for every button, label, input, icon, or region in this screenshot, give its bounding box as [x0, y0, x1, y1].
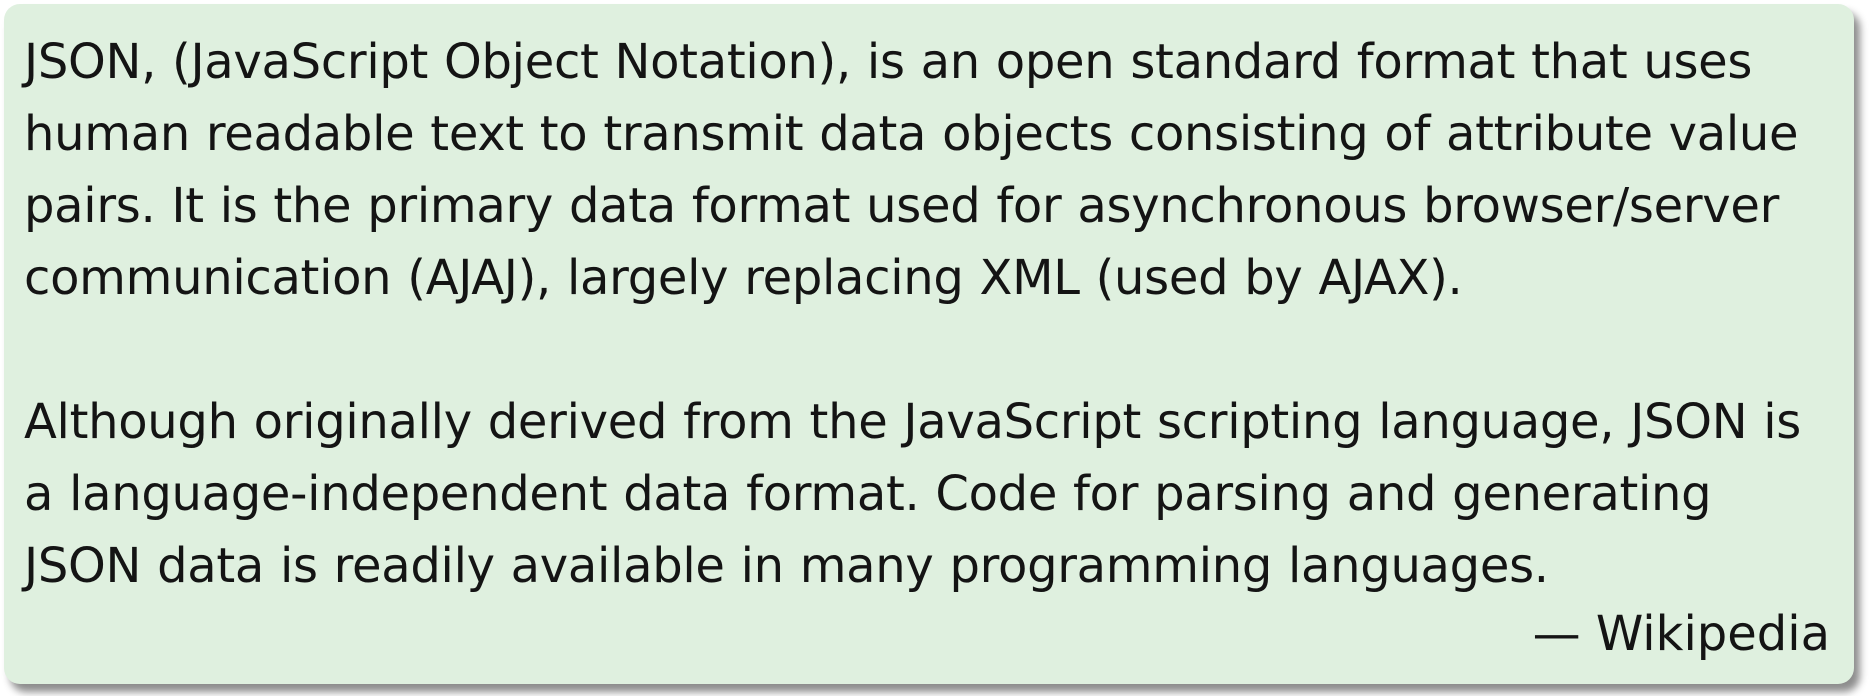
quote-block: JSON, (JavaScript Object Notation), is a…: [4, 4, 1854, 684]
quote-paragraph-2: Although originally derived from the Jav…: [24, 394, 1802, 594]
quote-attribution: — Wikipedia: [1532, 606, 1830, 662]
quote-paragraph-1: JSON, (JavaScript Object Notation), is a…: [24, 34, 1799, 306]
